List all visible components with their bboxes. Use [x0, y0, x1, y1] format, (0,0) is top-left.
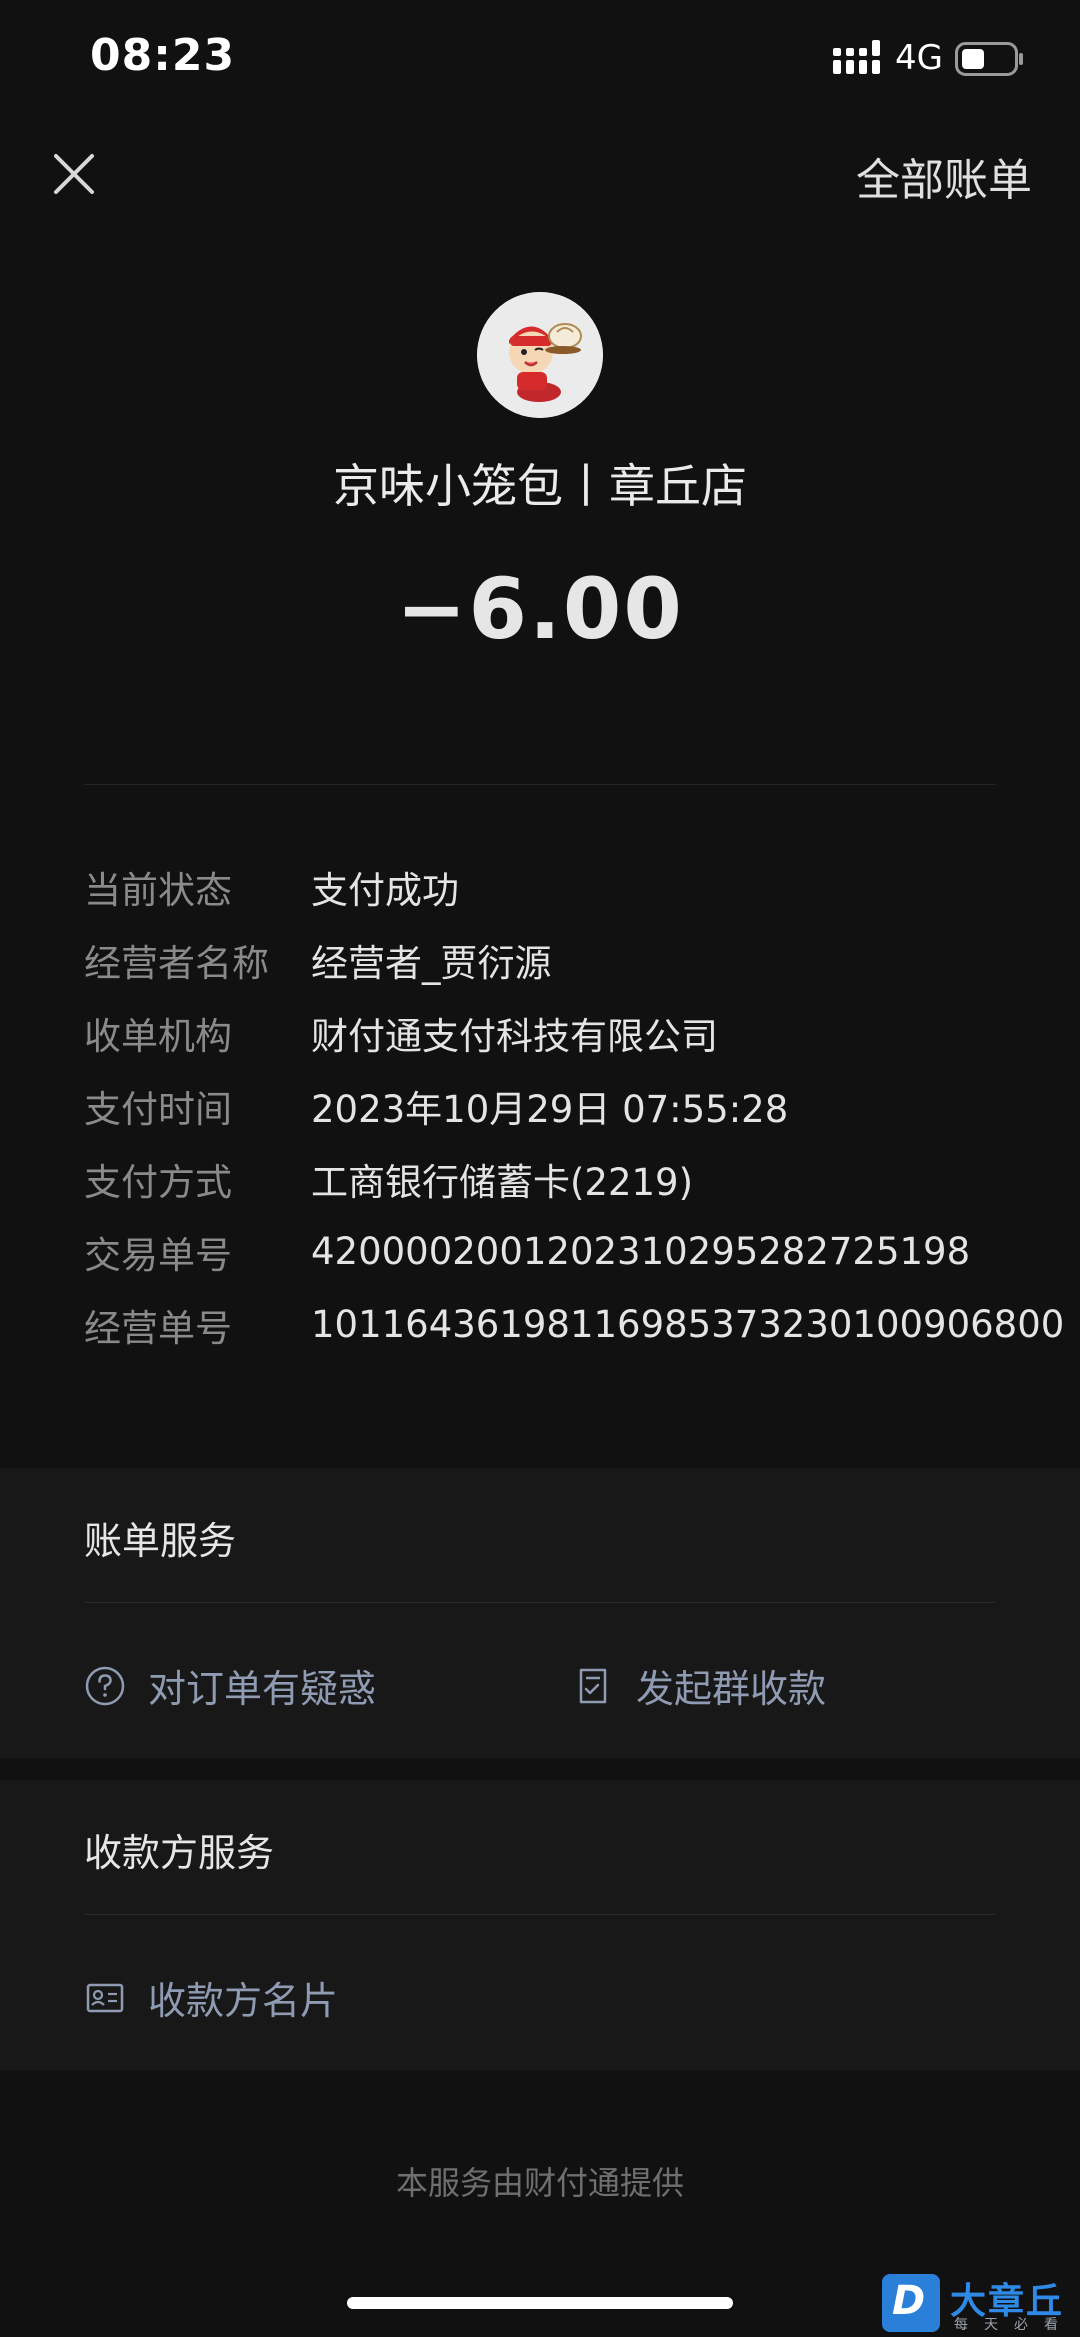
home-indicator[interactable] [347, 2297, 733, 2309]
group-collection-label: 发起群收款 [636, 1667, 827, 1711]
detail-value: 2023年10月29日 07:55:28 [311, 1087, 789, 1131]
transaction-details: 当前状态 支付成功 经营者名称 经营者_贾衍源 收单机构 财付通支付科技有限公司… [84, 850, 1064, 1361]
detail-label: 收单机构 [84, 1014, 232, 1058]
detail-row-transaction-id: 交易单号 4200002001202310295282725198 [84, 1215, 1040, 1288]
watermark-logo-letter: D [892, 2278, 926, 2324]
merchant-name: 京味小笼包丨章丘店 [333, 459, 747, 513]
detail-row-merchant-order-id: 经营单号 1011643619811698537323010090680​0 [84, 1288, 1064, 1361]
detail-value: 财付通支付科技有限公司 [311, 1014, 718, 1058]
payment-amount: −6.00 [396, 560, 684, 658]
detail-row-payment-method: 支付方式 工商银行储蓄卡(2219) [84, 1142, 1040, 1215]
detail-row-operator: 经营者名称 经营者_贾衍源 [84, 923, 1040, 996]
group-collection-button[interactable]: 发起群收款 [572, 1658, 826, 1713]
detail-value: 经营者_贾衍源 [311, 941, 552, 985]
payee-card-label: 收款方名片 [148, 1979, 339, 2023]
detail-label: 经营者名称 [84, 941, 269, 985]
detail-row-payment-time: 支付时间 2023年10月29日 07:55:28 [84, 1069, 1040, 1142]
close-icon[interactable] [52, 152, 96, 196]
detail-value[interactable]: 1011643619811698537323010090680​0 [311, 1303, 1064, 1346]
detail-row-acquirer: 收单机构 财付通支付科技有限公司 [84, 996, 1040, 1069]
nav-bar: 全部账单 [0, 130, 1080, 230]
detail-label: 当前状态 [84, 868, 232, 912]
detail-row-status: 当前状态 支付成功 [84, 850, 1040, 923]
merchant-avatar [477, 292, 603, 418]
all-bills-link[interactable]: 全部账单 [856, 144, 1032, 208]
section-title: 账单服务 [84, 1519, 237, 1563]
watermark-subtitle: 每天必看 [954, 2317, 1074, 2333]
detail-label: 支付方式 [84, 1160, 232, 1204]
payee-card-button[interactable]: 收款方名片 [84, 1970, 338, 2025]
battery-icon [955, 42, 1023, 76]
detail-value: 工商银行储蓄卡(2219) [311, 1160, 694, 1204]
question-circle-icon [85, 1666, 125, 1705]
watermark-logo-icon: D [882, 2274, 940, 2332]
payee-service-section: 收款方服务 收款方名片 [0, 1780, 1080, 2070]
watermark-logo: D 大章丘 每天必看 [882, 2272, 1080, 2337]
detail-label: 经营单号 [84, 1306, 232, 1350]
business-card-icon [86, 1983, 124, 2012]
detail-value: 支付成功 [311, 868, 459, 912]
order-question-button[interactable]: 对订单有疑惑 [84, 1658, 376, 1713]
bun-mascot-icon [477, 292, 603, 418]
divider [84, 1602, 996, 1603]
signal-icon [833, 40, 880, 74]
divider [84, 784, 996, 785]
network-type-label: 4G [895, 38, 943, 78]
detail-value[interactable]: 4200002001202310295282725198 [311, 1230, 970, 1273]
receipt-icon [579, 1668, 607, 1703]
status-bar: 08:23 4G [0, 0, 1080, 120]
section-title: 收款方服务 [84, 1831, 275, 1875]
billing-service-section: 账单服务 对订单有疑惑 发起群收款 [0, 1468, 1080, 1758]
detail-label: 支付时间 [84, 1087, 232, 1131]
footer-provider-text: 本服务由财付通提供 [395, 2164, 684, 2202]
detail-label: 交易单号 [84, 1233, 232, 1277]
order-question-label: 对订单有疑惑 [148, 1667, 377, 1711]
status-time: 08:23 [90, 30, 236, 81]
divider [84, 1914, 996, 1915]
